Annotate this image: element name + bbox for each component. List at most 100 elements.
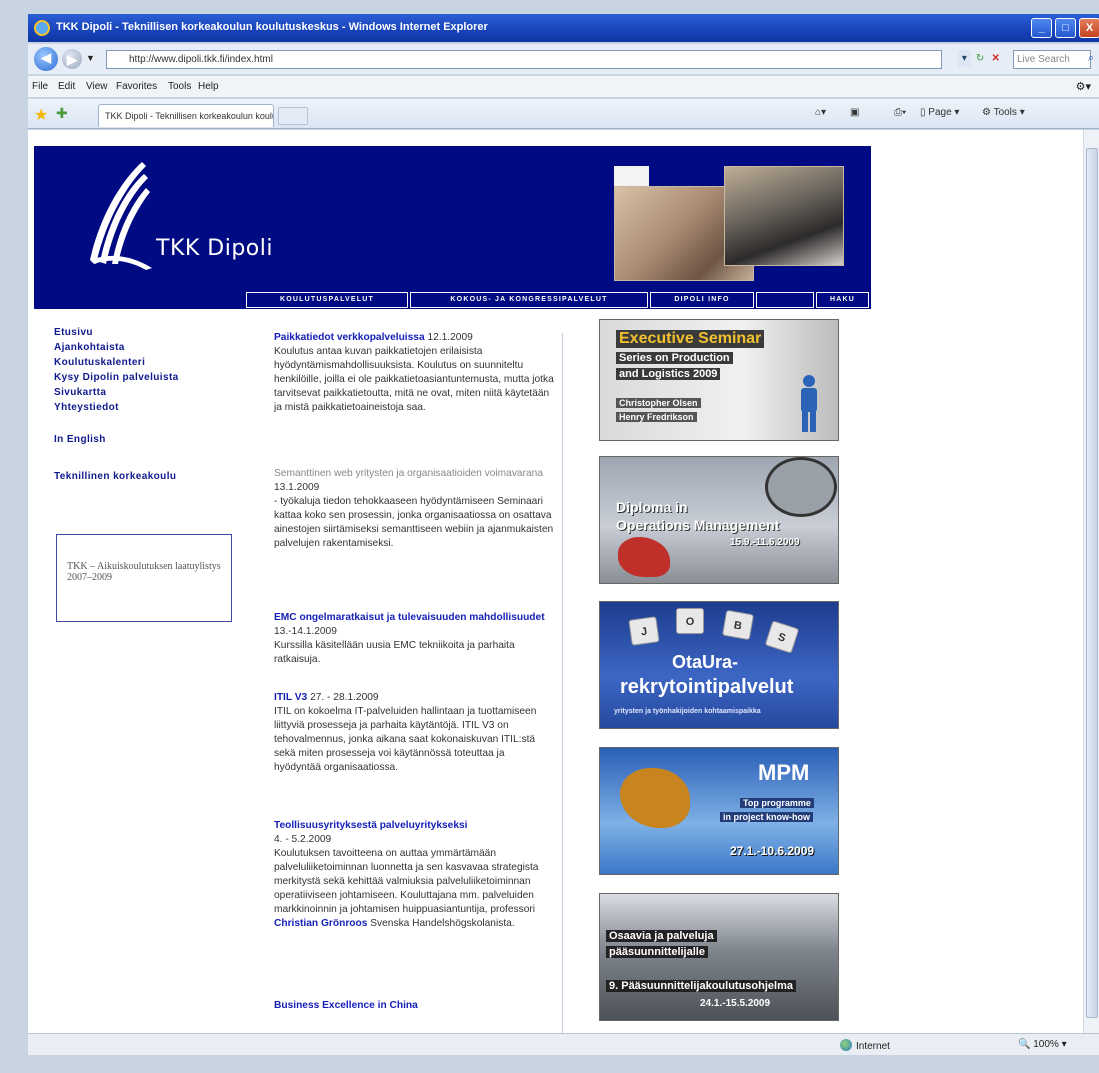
ad-line: Executive Seminar [616,330,765,348]
tab-bar: ★ ✚ TKK Dipoli - Teknillisen korkeakoulu… [28,99,1099,129]
address-input[interactable]: http://www.dipoli.tkk.fi/index.html [106,50,942,69]
new-tab-button[interactable] [278,107,308,125]
ad-mpm[interactable]: MPM Top programme in project know-how 27… [599,747,839,875]
ad-line: yritysten ja työnhakijoiden kohtaamispai… [614,708,761,715]
forward-button[interactable]: ▶ [62,49,82,69]
news-body: Koulutus antaa kuvan paikkatietojen eril… [274,346,554,413]
ad-line: OtaUra- [672,652,739,672]
page-menu[interactable]: ▯ Page ▾ [920,107,959,118]
compat-icon[interactable]: ▾ [958,50,971,67]
news-item: Semanttinen web yritysten ja organisaati… [274,467,554,551]
close-button[interactable]: X [1079,18,1099,38]
ie-logo-icon [34,20,50,36]
tab-title: TKK Dipoli - Teknillisen korkeakoulun ko… [105,111,273,121]
zone-label: Internet [856,1041,890,1052]
menu-bar: File Edit View Favorites Tools Help ⚙▾ [28,76,1099,98]
tab-active[interactable]: TKK Dipoli - Teknillisen korkeakoulun ko… [98,104,274,127]
nav-haku[interactable]: HAKU [816,292,869,308]
back-button[interactable]: ◀ [34,47,58,71]
nav-dipoli-info[interactable]: DIPOLI INFO [650,292,754,308]
left-link-in-english[interactable]: In English [54,434,106,445]
maximize-button[interactable]: □ [1055,18,1076,38]
menu-favorites[interactable]: Favorites [116,81,157,92]
news-title-link[interactable]: Business Excellence in China [274,1000,418,1011]
scrollbar-thumb[interactable] [1086,148,1098,1018]
menu-view[interactable]: View [86,81,108,92]
stop-icon[interactable]: ✕ [989,50,1002,67]
address-toolbar: ◀ ▶ ▼ http://www.dipoli.tkk.fi/index.htm… [28,44,1099,74]
nav-koulutuspalvelut[interactable]: KOULUTUSPALVELUT [246,292,408,308]
key-o: O [676,608,704,634]
news-date: 4. - 5.2.2009 [274,834,332,845]
news-item: Teollisuusyrityksestä palveluyritykseksi… [274,819,554,931]
window-title: TKK Dipoli - Teknillisen korkeakoulun ko… [56,21,488,33]
zoom-control[interactable]: 🔍 100% ▾ [1018,1039,1067,1050]
vertical-scrollbar[interactable] [1083,130,1099,1033]
search-placeholder: Live Search [1017,54,1070,65]
news-body: Koulutuksen tavoitteena on auttaa ymmärt… [274,848,539,915]
home-icon[interactable]: ⌂▾ [815,107,826,118]
ad-executive-seminar[interactable]: Executive Seminar Series on Production a… [599,319,839,441]
left-link-etusivu[interactable]: Etusivu [54,327,93,338]
news-body-end: Svenska Handelshögskolanista. [370,918,515,929]
quality-award-banner[interactable]: TKK – Aikuiskoulutuksen laatuylistys 200… [56,534,232,622]
zoom-label: 100% [1033,1039,1059,1050]
toolbar-extension-icon[interactable]: ⚙▾ [1076,80,1091,93]
history-dropdown-icon[interactable]: ▼ [86,53,95,63]
news-title-link[interactable]: ITIL V3 [274,692,307,703]
left-link-koulutuskalenteri[interactable]: Koulutuskalenteri [54,357,145,368]
left-link-ajankohtaista[interactable]: Ajankohtaista [54,342,125,353]
nav-kokous-kongressipalvelut[interactable]: KOKOUS- JA KONGRESSIPALVELUT [410,292,648,308]
main-content: Paikkatiedot verkkopalveluissa 12.1.2009… [244,309,871,1033]
left-link-teknillinen-korkeakoulu[interactable]: Teknillinen korkeakoulu [54,471,176,482]
left-navigation: Etusivu Ajankohtaista Koulutuskalenteri … [34,309,244,1033]
skydiver-figure [620,768,690,828]
feeds-icon[interactable]: ▣ [850,107,859,118]
menu-edit[interactable]: Edit [58,81,75,92]
tools-menu[interactable]: ⚙ Tools ▾ [982,107,1025,118]
favorites-star-icon[interactable]: ★ [34,105,48,125]
news-title-link[interactable]: Paikkatiedot verkkopalveluissa [274,332,425,343]
news-date: 13.-14.1.2009 [274,626,337,637]
ad-line: rekrytointipalvelut [620,676,794,698]
news-title-link[interactable]: Semanttinen web yritysten ja organisaati… [274,468,543,479]
left-link-kysy-dipolin-palveluista[interactable]: Kysy Dipolin palveluista [54,372,179,383]
minimize-button[interactable]: _ [1031,18,1052,38]
news-title-link[interactable]: Teollisuusyrityksestä palveluyritykseksi [274,820,467,831]
ad-line: Top programme [740,798,814,808]
security-zone[interactable]: Internet [840,1039,890,1052]
ad-line: Diploma in [616,499,688,515]
globe-icon [840,1039,852,1051]
ad-paasuunnittelija[interactable]: Osaavia ja palveluja pääsuunnittelijalle… [599,893,839,1021]
ad-line: Christopher Olsen [616,398,701,408]
menu-tools[interactable]: Tools [168,81,191,92]
ad-line: 24.1.-15.5.2009 [700,998,771,1009]
search-icon[interactable]: ⌕ [1088,52,1094,65]
menu-file[interactable]: File [32,81,48,92]
news-body: ITIL on kokoelma IT-palveluiden hallinta… [274,706,537,773]
nav-empty [756,292,814,308]
ad-line: Osaavia ja palveluja [606,930,717,942]
tkk-logo-icon [90,162,152,270]
header-photo-corner [614,166,649,186]
left-link-sivukartta[interactable]: Sivukartta [54,387,106,398]
ad-line: Series on Production [616,352,733,364]
left-link-yhteystiedot[interactable]: Yhteystiedot [54,402,119,413]
news-item: EMC ongelmaratkaisut ja tulevaisuuden ma… [274,611,554,667]
address-actions: ▾ ↻ ✕ [958,50,1002,69]
ad-diploma-operations[interactable]: Diploma in Operations Management 15.9.-1… [599,456,839,584]
search-input[interactable]: Live Search [1013,50,1091,69]
page-viewport: TKK Dipoli KOULUTUSPALVELUT KOKOUS- JA K… [28,130,1083,1033]
add-favorite-icon[interactable]: ✚ [56,105,68,122]
ad-otaura-rekrytointi[interactable]: J O B S OtaUra- rekrytointipalvelut yrit… [599,601,839,729]
refresh-icon[interactable]: ↻ [974,50,987,67]
print-icon[interactable]: ⎙▾ [894,107,906,118]
tools-menu-label: Tools [993,107,1017,118]
news-body: - työkaluja tiedon tehokkaaseen hyödyntä… [274,496,554,549]
key-b: B [721,609,755,641]
menu-help[interactable]: Help [198,81,219,92]
ad-line: pääsuunnittelijalle [606,946,708,958]
news-title-link[interactable]: EMC ongelmaratkaisut ja tulevaisuuden ma… [274,612,545,623]
site-logo-text[interactable]: TKK Dipoli [156,236,273,261]
ad-line: 27.1.-10.6.2009 [730,844,815,858]
